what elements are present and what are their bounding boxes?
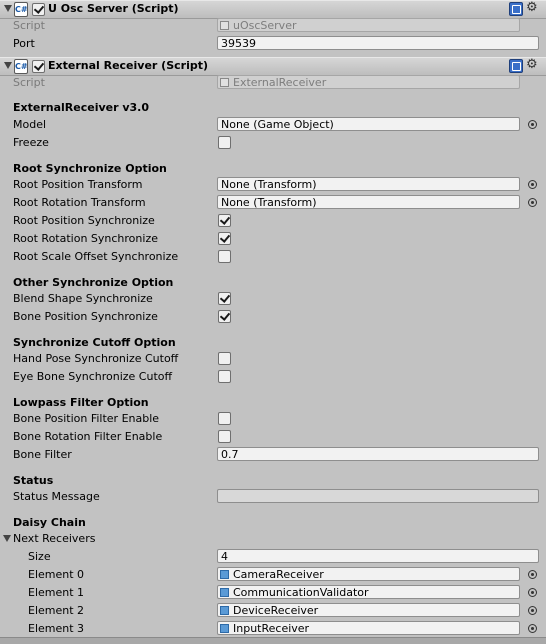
root-rot-tf-label: Root Rotation Transform <box>13 196 146 209</box>
element-value: CommunicationValidator <box>233 586 369 599</box>
element-label: Element 2 <box>28 604 85 617</box>
object-picker-icon[interactable] <box>528 606 537 615</box>
ext-component-header[interactable]: C# External Receiver (Script) ⚙ <box>0 57 546 76</box>
osc-script-value: uOscServer <box>233 19 297 32</box>
bone-rot-filter-checkbox[interactable] <box>218 430 231 443</box>
checkmark-icon <box>219 292 231 303</box>
cutoff-heading: Synchronize Cutoff Option <box>13 336 176 349</box>
bone-filter-input[interactable]: 0.7 <box>217 447 539 461</box>
checkmark-icon <box>219 214 231 225</box>
status-msg-label: Status Message <box>13 490 100 503</box>
root-pos-tf-label: Root Position Transform <box>13 178 143 191</box>
osc-component-title: U Osc Server (Script) <box>48 2 179 15</box>
osc-component-header[interactable]: C# U Osc Server (Script) ⚙ <box>0 0 546 19</box>
element-value: InputReceiver <box>233 622 310 635</box>
next-receivers-label[interactable]: Next Receivers <box>13 532 95 545</box>
gear-icon[interactable]: ⚙ <box>526 57 538 72</box>
ext-script-label: Script <box>13 76 45 89</box>
hand-cutoff-label: Hand Pose Synchronize Cutoff <box>13 352 179 365</box>
element-field[interactable]: InputReceiver <box>217 621 520 635</box>
prefab-object-icon <box>220 606 229 615</box>
eye-cutoff-checkbox[interactable] <box>218 370 231 383</box>
osc-script-label: Script <box>13 19 45 32</box>
object-picker-icon[interactable] <box>528 624 537 633</box>
prefab-object-icon <box>220 588 229 597</box>
bone-filter-label: Bone Filter <box>13 448 72 461</box>
element-label: Element 0 <box>28 568 85 581</box>
bone-pos-sync-label: Bone Position Synchronize <box>13 310 158 323</box>
root-scale-sync-label: Root Scale Offset Synchronize <box>13 250 179 263</box>
script-file-icon <box>220 21 229 30</box>
ext-component-title: External Receiver (Script) <box>48 59 208 72</box>
root-scale-sync-checkbox[interactable] <box>218 250 231 263</box>
port-input[interactable]: 39539 <box>217 36 539 50</box>
eye-cutoff-label: Eye Bone Synchronize Cutoff <box>13 370 173 383</box>
object-picker-icon[interactable] <box>528 180 537 189</box>
gear-icon[interactable]: ⚙ <box>526 0 538 15</box>
hand-cutoff-checkbox[interactable] <box>218 352 231 365</box>
script-icon: C# <box>14 59 28 74</box>
osc-script-field[interactable]: uOscServer <box>217 18 520 32</box>
ext-enabled-checkbox[interactable] <box>32 60 45 73</box>
foldout-arrow-icon[interactable] <box>4 62 12 69</box>
foldout-arrow-icon[interactable] <box>4 5 12 12</box>
model-field[interactable]: None (Game Object) <box>217 117 520 131</box>
element-label: Element 3 <box>28 622 85 635</box>
checkmark-icon <box>33 60 45 71</box>
status-msg-field[interactable] <box>217 489 539 503</box>
checkmark-icon <box>219 310 231 321</box>
root-pos-tf-field[interactable]: None (Transform) <box>217 177 520 191</box>
model-label: Model <box>13 118 47 131</box>
blend-sync-label: Blend Shape Synchronize <box>13 292 153 305</box>
element-value: DeviceReceiver <box>233 604 319 617</box>
root-pos-sync-label: Root Position Synchronize <box>13 214 155 227</box>
status-heading: Status <box>13 474 54 487</box>
prefab-object-icon <box>220 570 229 579</box>
ext-script-value: ExternalReceiver <box>233 76 327 89</box>
element-field[interactable]: CommunicationValidator <box>217 585 520 599</box>
checkmark-icon <box>219 232 231 243</box>
daisy-heading: Daisy Chain <box>13 516 86 529</box>
help-icon[interactable] <box>509 2 523 16</box>
object-picker-icon[interactable] <box>528 198 537 207</box>
root-sync-heading: Root Synchronize Option <box>13 162 167 175</box>
osc-port-label: Port <box>13 37 35 50</box>
other-sync-heading: Other Synchronize Option <box>13 276 174 289</box>
root-rot-sync-checkbox[interactable] <box>218 232 231 245</box>
blend-sync-checkbox[interactable] <box>218 292 231 305</box>
size-input[interactable]: 4 <box>217 549 539 563</box>
size-label: Size <box>28 550 51 563</box>
root-rot-tf-field[interactable]: None (Transform) <box>217 195 520 209</box>
element-field[interactable]: CameraReceiver <box>217 567 520 581</box>
lowpass-heading: Lowpass Filter Option <box>13 396 149 409</box>
freeze-label: Freeze <box>13 136 49 149</box>
prefab-object-icon <box>220 624 229 633</box>
foldout-arrow-icon[interactable] <box>3 535 11 542</box>
element-field[interactable]: DeviceReceiver <box>217 603 520 617</box>
checkmark-icon <box>33 3 45 14</box>
help-icon[interactable] <box>509 59 523 73</box>
object-picker-icon[interactable] <box>528 120 537 129</box>
bone-pos-sync-checkbox[interactable] <box>218 310 231 323</box>
root-pos-sync-checkbox[interactable] <box>218 214 231 227</box>
bone-pos-filter-checkbox[interactable] <box>218 412 231 425</box>
bone-rot-filter-label: Bone Rotation Filter Enable <box>13 430 163 443</box>
root-rot-sync-label: Root Rotation Synchronize <box>13 232 158 245</box>
script-icon: C# <box>14 2 28 17</box>
bone-pos-filter-label: Bone Position Filter Enable <box>13 412 160 425</box>
script-file-icon <box>220 78 229 87</box>
object-picker-icon[interactable] <box>528 588 537 597</box>
osc-enabled-checkbox[interactable] <box>32 3 45 16</box>
element-label: Element 1 <box>28 586 85 599</box>
freeze-checkbox[interactable] <box>218 136 231 149</box>
ext-script-field[interactable]: ExternalReceiver <box>217 75 520 89</box>
element-value: CameraReceiver <box>233 568 324 581</box>
object-picker-icon[interactable] <box>528 570 537 579</box>
version-heading: ExternalReceiver v3.0 <box>13 101 150 114</box>
